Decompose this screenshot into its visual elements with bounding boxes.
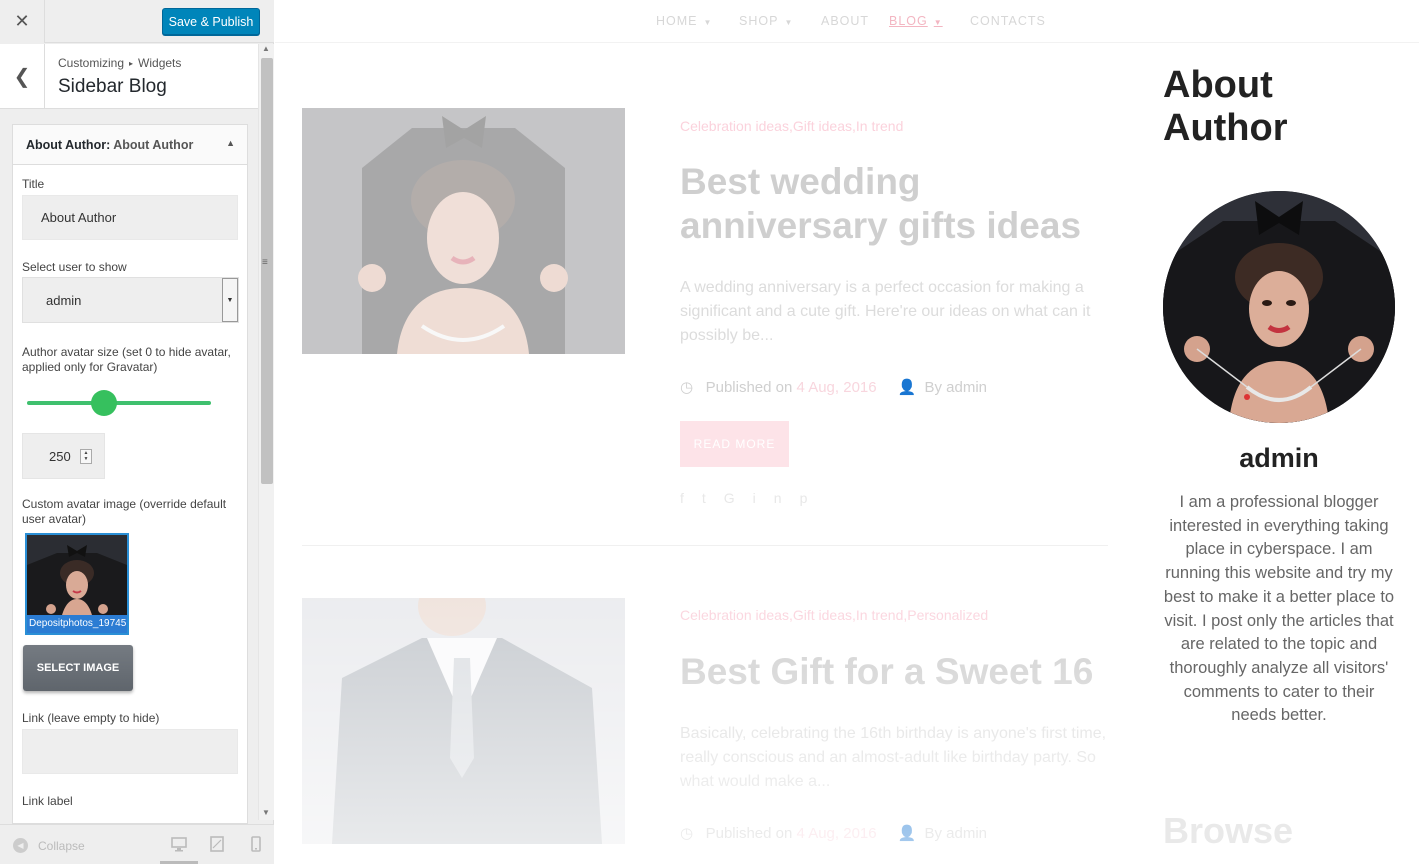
section-header: ❮ Customizing ▸ Widgets Sidebar Blog bbox=[0, 44, 258, 109]
post-thumbnail[interactable] bbox=[302, 598, 625, 844]
pinterest-icon[interactable]: p bbox=[800, 490, 826, 506]
close-icon: ✕ bbox=[14, 11, 30, 31]
scrollbar-thumb[interactable] bbox=[261, 58, 273, 484]
collapse-button[interactable]: ◀ Collapse bbox=[13, 838, 85, 853]
link-text-label: Link label bbox=[22, 794, 73, 808]
link-label: Link (leave empty to hide) bbox=[22, 711, 160, 725]
title-input[interactable]: About Author bbox=[22, 195, 238, 240]
post-excerpt: A wedding anniversary is a perfect occas… bbox=[680, 279, 1091, 344]
site-preview: HOME ▼ SHOP ▼ ABOUT BLOG ▼ CONTACTS Celebra… bbox=[275, 0, 1419, 864]
title-label: Title bbox=[22, 177, 45, 191]
close-customizer-button[interactable]: ✕ bbox=[0, 0, 45, 43]
nav-item-shop[interactable]: SHOP ▼ bbox=[739, 14, 793, 28]
custom-avatar-thumbnail[interactable]: Depositphotos_19745 bbox=[25, 533, 129, 635]
collapse-arrow-icon[interactable]: ▲ bbox=[226, 138, 235, 148]
number-spinner-icon[interactable]: ▲ ▼ bbox=[80, 449, 92, 464]
mobile-icon[interactable] bbox=[248, 836, 264, 852]
breadcrumb-separator-icon: ▸ bbox=[129, 59, 134, 68]
breadcrumb-current: Widgets bbox=[138, 56, 182, 70]
chevron-down-icon: ▼ bbox=[703, 18, 713, 27]
link-input[interactable] bbox=[22, 729, 238, 774]
custom-avatar-label: Custom avatar image (override default us… bbox=[22, 497, 227, 526]
post-author[interactable]: By admin bbox=[924, 825, 987, 842]
widget-instance-title: About Author bbox=[113, 138, 194, 152]
chevron-down-icon[interactable]: ▼ bbox=[222, 278, 238, 322]
section-title: Sidebar Blog bbox=[58, 76, 167, 97]
author-avatar bbox=[1163, 191, 1395, 423]
post-date[interactable]: 4 Aug, 2016 bbox=[797, 379, 877, 396]
chevron-left-icon: ❮ bbox=[13, 66, 31, 88]
avatar-size-label: Author avatar size (set 0 to hide avatar… bbox=[22, 345, 231, 374]
nav-item-contacts[interactable]: CONTACTS bbox=[970, 14, 1046, 28]
avatar-size-value: 250 bbox=[49, 449, 71, 464]
author-bio: I am a professional blogger interested i… bbox=[1163, 493, 1395, 725]
post-excerpt: Basically, celebrating the 16th birthday… bbox=[680, 725, 1107, 790]
twitter-icon[interactable]: t bbox=[702, 490, 724, 506]
avatar-filename: Depositphotos_19745 bbox=[27, 615, 127, 633]
share-icons: ftGinp bbox=[680, 490, 825, 506]
customizer-header: ✕ Save & Publish bbox=[0, 0, 274, 43]
widget-title: About Author: About Author bbox=[26, 138, 193, 152]
chevron-down-icon: ▼ bbox=[784, 18, 794, 27]
published-prefix: Published on bbox=[705, 379, 797, 396]
select-image-button[interactable]: SELECT IMAGE bbox=[23, 645, 133, 691]
post-date[interactable]: 4 Aug, 2016 bbox=[797, 825, 877, 842]
widget-header[interactable]: About Author: About Author ▲ bbox=[13, 125, 247, 165]
post-divider bbox=[302, 545, 1108, 546]
user-select-value: admin bbox=[46, 293, 82, 308]
customizer-footer: ◀ Collapse bbox=[0, 824, 274, 864]
published-prefix: Published on bbox=[705, 825, 797, 842]
author-photo-icon bbox=[1163, 191, 1395, 423]
nav-label: BLOG bbox=[889, 14, 928, 28]
google-plus-icon[interactable]: G bbox=[724, 490, 753, 506]
back-button[interactable]: ❮ bbox=[0, 44, 45, 109]
post-author[interactable]: By admin bbox=[924, 379, 987, 396]
scroll-up-icon[interactable]: ▲ bbox=[262, 44, 270, 53]
about-author-widget: About Author: About Author ▲ Title About… bbox=[12, 124, 248, 824]
post-categories[interactable]: Celebration ideas,Gift ideas,In trend,Pe… bbox=[680, 607, 988, 623]
user-icon: 👤 bbox=[897, 825, 917, 842]
panel-scrollbar[interactable]: ▲ ≡ ▼ bbox=[258, 44, 274, 820]
post-categories[interactable]: Celebration ideas,Gift ideas,In trend bbox=[680, 118, 903, 134]
save-publish-button[interactable]: Save & Publish bbox=[162, 8, 260, 35]
slider-handle[interactable] bbox=[91, 390, 118, 416]
user-select[interactable]: admin ▼ bbox=[22, 277, 239, 323]
main-navigation: HOME ▼ SHOP ▼ ABOUT BLOG ▼ CONTACTS bbox=[275, 0, 1419, 43]
browse-widget-title: Browse bbox=[1163, 810, 1294, 851]
avatar-size-slider[interactable] bbox=[27, 390, 211, 416]
user-select-label: Select user to show bbox=[22, 260, 127, 274]
author-name: admin bbox=[1239, 443, 1319, 473]
facebook-icon[interactable]: f bbox=[680, 490, 702, 506]
post-photo-icon bbox=[302, 598, 625, 844]
post-meta: ◷ Published on 4 Aug, 2016 👤 By admin bbox=[680, 824, 987, 842]
post-title[interactable]: Best wedding anniversary gifts ideas bbox=[680, 160, 1120, 248]
sidebar-widget-title: About Author bbox=[1163, 64, 1288, 149]
tablet-icon[interactable] bbox=[209, 836, 225, 852]
scroll-down-icon[interactable]: ▼ bbox=[262, 808, 270, 817]
user-icon: 👤 bbox=[897, 379, 917, 396]
widget-type: About Author bbox=[26, 138, 107, 152]
collapse-label: Collapse bbox=[38, 838, 85, 853]
nav-label: SHOP bbox=[739, 14, 779, 28]
linkedin-icon[interactable]: in bbox=[753, 490, 800, 506]
desktop-icon[interactable] bbox=[171, 836, 187, 852]
nav-item-about[interactable]: ABOUT bbox=[821, 14, 869, 28]
breadcrumb: Customizing ▸ Widgets bbox=[58, 56, 181, 70]
nav-label: HOME bbox=[656, 14, 698, 28]
nav-item-home[interactable]: HOME ▼ bbox=[656, 14, 712, 28]
post-meta: ◷ Published on 4 Aug, 2016 👤 By admin bbox=[680, 378, 987, 396]
post-thumbnail[interactable] bbox=[302, 108, 625, 354]
chevron-down-icon: ▼ bbox=[933, 18, 943, 27]
customizer-panel: ✕ Save & Publish ❮ Customizing ▸ Widgets S… bbox=[0, 0, 274, 864]
clock-icon: ◷ bbox=[680, 825, 694, 842]
read-more-button[interactable]: READ MORE bbox=[680, 421, 789, 467]
collapse-arrow-left-icon: ◀ bbox=[13, 838, 28, 853]
scroll-grip-icon: ≡ bbox=[262, 257, 268, 268]
breadcrumb-root: Customizing bbox=[58, 56, 125, 70]
post-title[interactable]: Best Gift for a Sweet 16 bbox=[680, 650, 1120, 694]
nav-item-blog[interactable]: BLOG ▼ bbox=[889, 14, 943, 28]
clock-icon: ◷ bbox=[680, 379, 694, 396]
avatar-size-input[interactable]: 250 ▲ ▼ bbox=[22, 433, 105, 479]
post-photo-icon bbox=[302, 108, 625, 354]
